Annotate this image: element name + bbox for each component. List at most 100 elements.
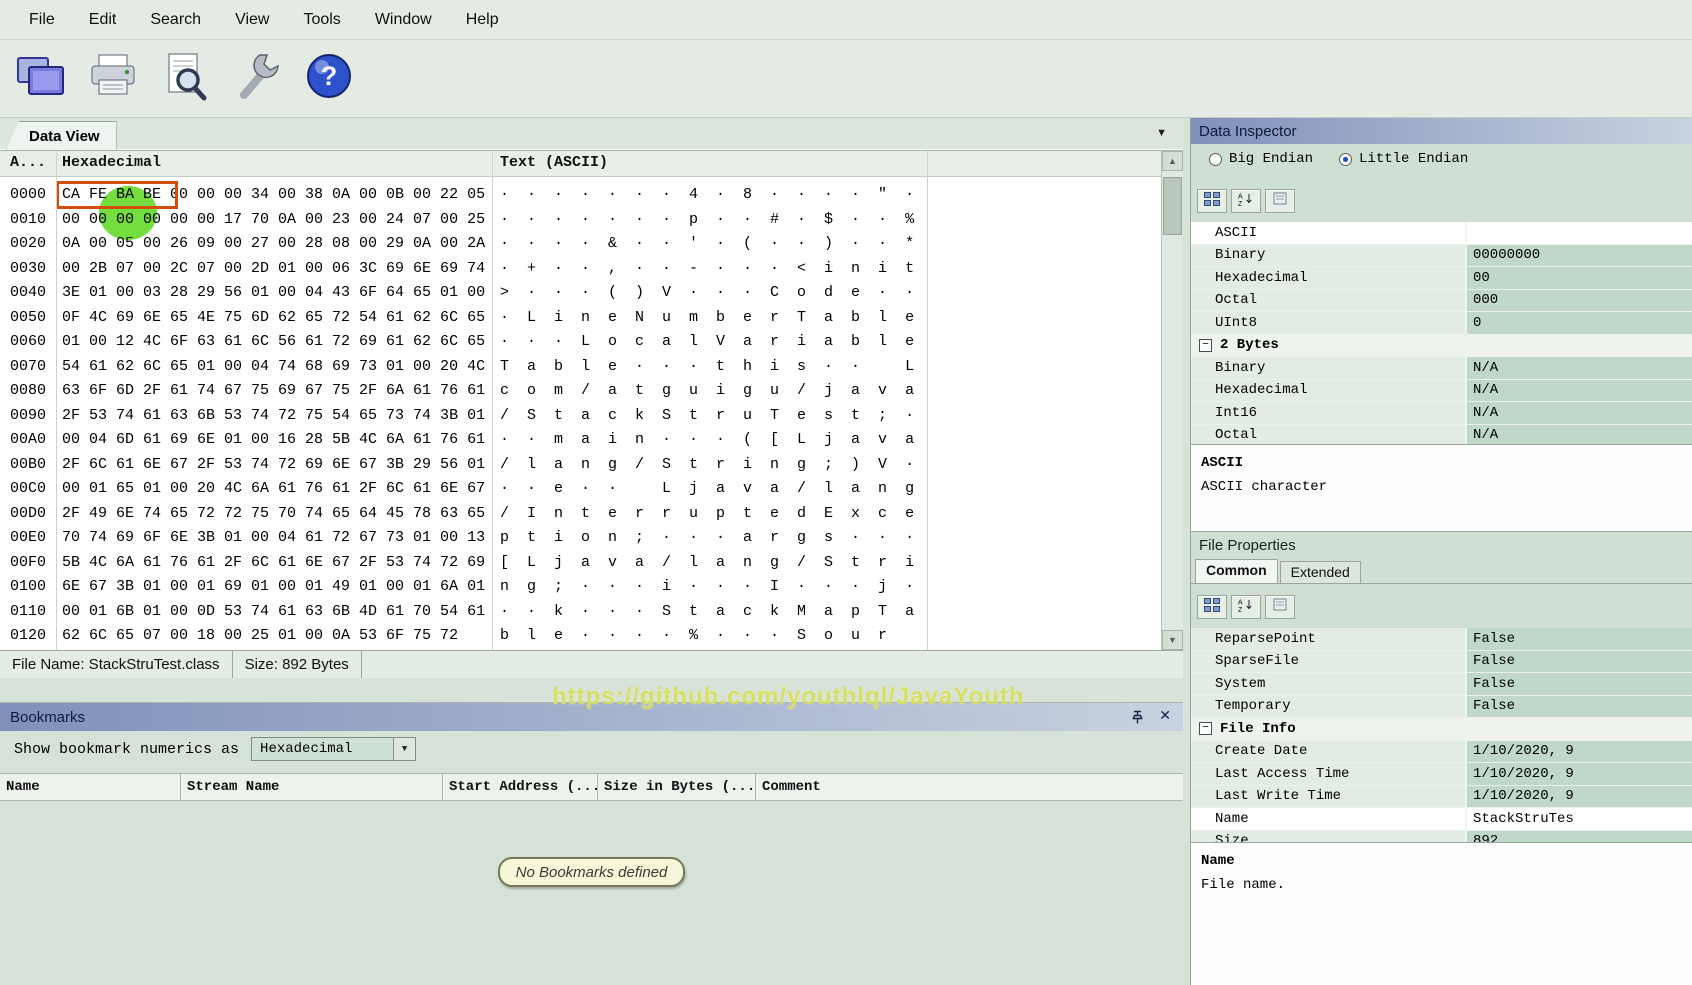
hex-row[interactable]: 0110 00 01 6B 01 00 0D 53 74 61 63 6B 4D … (0, 600, 1161, 625)
property-row[interactable]: Last Write Time 1/10/2020, 9 (1191, 785, 1692, 808)
tab-list-dropdown-icon[interactable]: ▼ (1156, 127, 1167, 139)
column-header-ascii[interactable]: Text (ASCII) (500, 154, 608, 171)
hex-row[interactable]: 0040 3E 01 00 03 28 29 56 01 00 04 43 6F … (0, 281, 1161, 306)
property-row[interactable]: Hexadecimal N/A (1191, 379, 1692, 402)
column-header-address[interactable]: A... (10, 154, 46, 171)
bookmarks-column-header[interactable]: Stream Name (181, 774, 443, 800)
collapse-icon[interactable]: − (1199, 722, 1212, 736)
hex-row[interactable]: 00E0 70 74 69 6F 6E 3B 01 00 04 61 72 67 … (0, 526, 1161, 551)
hex-address: 0050 (10, 308, 47, 326)
property-row[interactable]: Create Date 1/10/2020, 9 (1191, 740, 1692, 763)
categorized-view-button[interactable] (1197, 595, 1227, 619)
watermark: https://github.com/youthlql/JavaYouth (552, 683, 1025, 710)
menu-item-file[interactable]: File (12, 0, 72, 39)
menu-item-tools[interactable]: Tools (286, 0, 357, 39)
scrollbar-thumb[interactable] (1163, 177, 1182, 235)
column-header-hexadecimal[interactable]: Hexadecimal (62, 154, 161, 171)
property-value: N/A (1465, 402, 1692, 424)
print-button[interactable] (84, 47, 142, 111)
menu-item-window[interactable]: Window (358, 0, 449, 39)
hex-row[interactable]: 0060 01 00 12 4C 6F 63 61 6C 56 61 72 69 … (0, 330, 1161, 355)
tab-data-view[interactable]: Data View (6, 121, 117, 150)
bookmarks-column-header[interactable]: Size in Bytes (... (598, 774, 756, 800)
bookmarks-panel: Bookmarks ✕ Show bookmark numerics as He… (0, 702, 1183, 985)
categorized-view-button[interactable] (1197, 189, 1227, 213)
tab-common[interactable]: Common (1195, 559, 1278, 583)
menu-item-help[interactable]: Help (449, 0, 516, 39)
print-preview-button[interactable] (156, 47, 214, 111)
property-row[interactable]: Hexadecimal 00 (1191, 267, 1692, 290)
combo-dropdown-icon[interactable]: ▼ (393, 738, 416, 760)
sort-az-button[interactable]: AZ (1231, 595, 1261, 619)
radio-little-endian[interactable]: Little Endian (1339, 151, 1468, 167)
pin-icon[interactable] (1129, 709, 1145, 725)
hex-row[interactable]: 00F0 5B 4C 6A 61 76 61 2F 6C 61 6E 67 2F … (0, 551, 1161, 576)
hex-bytes: 63 6F 6D 2F 61 74 67 75 69 67 75 2F 6A 6… (62, 382, 486, 399)
hex-row[interactable]: 0050 0F 4C 69 6E 65 4E 75 6D 62 65 72 54 … (0, 306, 1161, 331)
menu-item-search[interactable]: Search (133, 0, 218, 39)
status-filler (362, 651, 1183, 678)
bookmarks-body: No Bookmarks defined (0, 801, 1183, 985)
property-row[interactable]: ReparsePoint False (1191, 628, 1692, 651)
help-button[interactable]: ? (300, 47, 358, 111)
property-row[interactable]: Last Access Time 1/10/2020, 9 (1191, 763, 1692, 786)
scroll-up-icon[interactable]: ▲ (1162, 151, 1183, 171)
bookmarks-column-header[interactable]: Comment (756, 774, 1183, 800)
property-value: N/A (1465, 357, 1692, 379)
hex-row[interactable]: 00D0 2F 49 6E 74 65 72 72 75 70 74 65 64 … (0, 502, 1161, 527)
hex-row[interactable]: 00A0 00 04 6D 61 69 6E 01 00 16 28 5B 4C … (0, 428, 1161, 453)
options-button[interactable] (228, 47, 286, 111)
property-name: ReparsePoint (1191, 628, 1465, 650)
property-row[interactable]: UInt8 0 (1191, 312, 1692, 335)
bookmarks-format-label: Show bookmark numerics as (14, 740, 240, 758)
close-icon[interactable]: ✕ (1159, 707, 1171, 724)
menu-item-edit[interactable]: Edit (72, 0, 134, 39)
property-row[interactable]: Size 892 (1191, 830, 1692, 842)
numeric-format-select[interactable]: Hexadecimal ▼ (251, 737, 417, 761)
property-row[interactable]: Octal 000 (1191, 289, 1692, 312)
hex-row[interactable]: 0020 0A 00 05 00 26 09 00 27 00 28 08 00 … (0, 232, 1161, 257)
property-row[interactable]: Int16 N/A (1191, 402, 1692, 425)
property-group-row[interactable]: −2 Bytes (1191, 334, 1692, 357)
tab-extended[interactable]: Extended (1279, 561, 1361, 583)
property-row[interactable]: Temporary False (1191, 695, 1692, 718)
toolbar: ? (0, 40, 1692, 118)
property-group-label: 2 Bytes (1220, 337, 1279, 354)
vertical-scrollbar[interactable]: ▲ ▼ (1161, 151, 1183, 650)
radio-big-endian[interactable]: Big Endian (1209, 151, 1313, 167)
hex-row[interactable]: 0090 2F 53 74 61 63 6B 53 74 72 75 54 65 … (0, 404, 1161, 429)
property-value: 1/10/2020, 9 (1465, 740, 1692, 762)
menu-item-view[interactable]: View (218, 0, 286, 39)
hex-row[interactable]: 0010 00 00 00 00 00 00 17 70 0A 00 23 00 … (0, 208, 1161, 233)
property-row[interactable]: Binary 00000000 (1191, 244, 1692, 267)
property-row[interactable]: Name StackStruTes (1191, 808, 1692, 831)
endian-row: Big Endian Little Endian (1191, 144, 1692, 174)
hex-editor-window: FileEditSearchViewToolsWindowHelp (0, 0, 1692, 985)
property-pages-button[interactable] (1265, 595, 1295, 619)
property-row[interactable]: System False (1191, 673, 1692, 696)
sort-az-button[interactable]: AZ (1231, 189, 1261, 213)
hex-row[interactable]: 0070 54 61 62 6C 65 01 00 04 74 68 69 73 … (0, 355, 1161, 380)
property-name: Temporary (1191, 695, 1465, 717)
hex-row[interactable]: 00B0 2F 6C 61 6E 67 2F 53 74 72 69 6E 67 … (0, 453, 1161, 478)
property-name: Octal (1191, 289, 1465, 311)
property-group-row[interactable]: − File Info (1191, 718, 1692, 741)
collapse-icon[interactable]: − (1199, 338, 1212, 352)
bookmarks-column-header[interactable]: Start Address (... (443, 774, 598, 800)
hex-row[interactable]: 0030 00 2B 07 00 2C 07 00 2D 01 00 06 3C … (0, 257, 1161, 282)
hex-ascii: / S t a c k S t r u T e s t ; · (500, 406, 915, 424)
hex-row[interactable]: 00C0 00 01 65 01 00 20 4C 6A 61 76 61 2F … (0, 477, 1161, 502)
open-file-button[interactable] (12, 47, 70, 111)
property-name: Last Access Time (1191, 763, 1465, 785)
hex-ascii: p t i o n ; · · · a r g s · · · (500, 529, 915, 546)
hex-row[interactable]: 0120 62 6C 65 07 00 18 00 25 01 00 0A 53 … (0, 624, 1161, 649)
property-row[interactable]: ASCII (1191, 222, 1692, 245)
hex-row[interactable]: 0100 6E 67 3B 01 00 01 69 01 00 01 49 01 … (0, 575, 1161, 600)
scroll-down-icon[interactable]: ▼ (1162, 630, 1183, 650)
property-row[interactable]: Octal N/A (1191, 424, 1692, 444)
property-pages-button[interactable] (1265, 189, 1295, 213)
property-row[interactable]: SparseFile False (1191, 650, 1692, 673)
hex-row[interactable]: 0080 63 6F 6D 2F 61 74 67 75 69 67 75 2F … (0, 379, 1161, 404)
bookmarks-column-header[interactable]: Name (0, 774, 181, 800)
property-row[interactable]: Binary N/A (1191, 357, 1692, 380)
